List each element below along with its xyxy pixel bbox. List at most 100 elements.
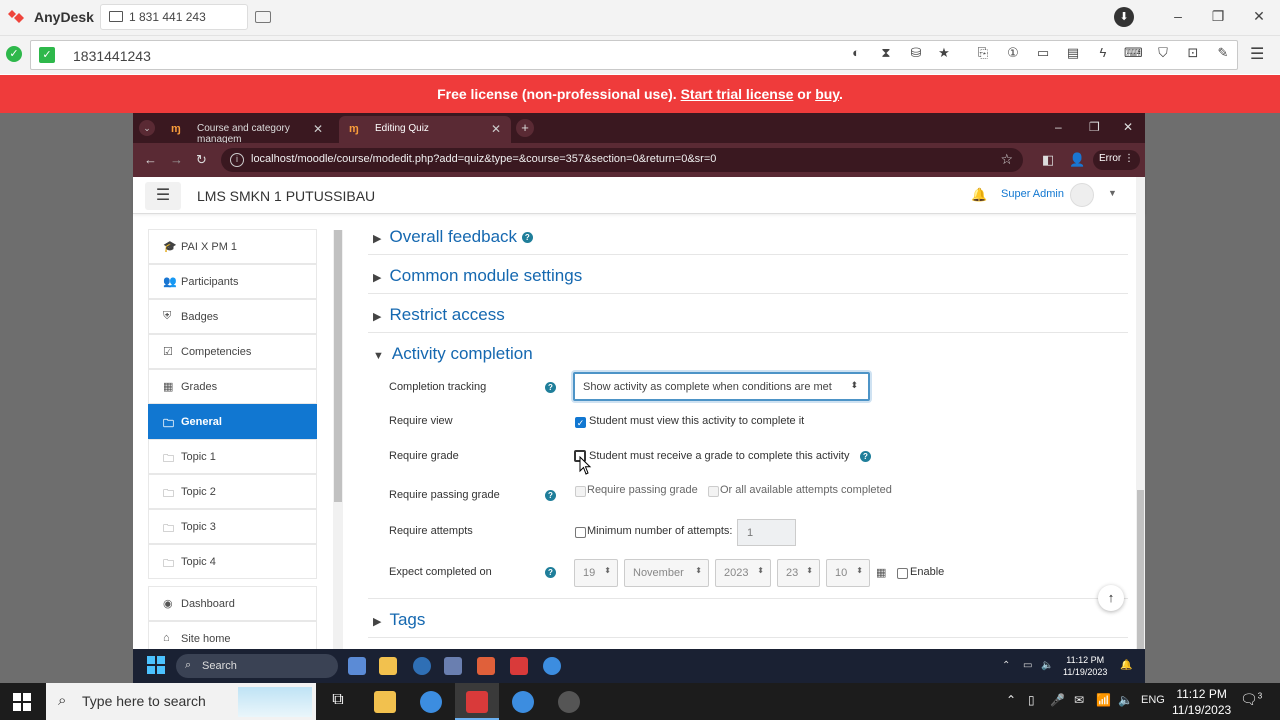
month-select[interactable]: November ⬍ bbox=[624, 559, 709, 587]
file-transfer-icon[interactable]: ⎘ bbox=[974, 44, 992, 62]
session-tab[interactable]: 1 831 441 243 bbox=[100, 4, 248, 30]
back-to-top-button[interactable]: ↑ bbox=[1098, 585, 1124, 611]
help-icon[interactable]: ? bbox=[545, 490, 556, 501]
xampp-icon[interactable] bbox=[477, 657, 495, 675]
chat-icon[interactable]: ▤ bbox=[1064, 44, 1082, 62]
notification-center-icon[interactable]: 🗨3 bbox=[1240, 691, 1262, 708]
sidebar-item-participants[interactable]: 👥 Participants bbox=[148, 264, 317, 299]
enable-date-checkbox[interactable] bbox=[897, 568, 908, 579]
all-attempts-checkbox[interactable] bbox=[708, 486, 719, 497]
anydesk-app-icon[interactable] bbox=[466, 691, 488, 713]
chrome-icon[interactable] bbox=[420, 691, 442, 713]
display-icon[interactable]: ▭ bbox=[1034, 44, 1052, 62]
sidebar-item-topic-2[interactable]: 🗀 Topic 2 bbox=[148, 474, 317, 509]
sidebar-item-general[interactable]: 🗀 General bbox=[148, 404, 317, 439]
menu-icon[interactable]: ☰ bbox=[1250, 44, 1264, 64]
sidebar-item-competencies[interactable]: ☑ Competencies bbox=[148, 334, 317, 369]
start-trial-link[interactable]: Start trial license bbox=[681, 86, 794, 102]
keyboard-icon[interactable]: ⌨ bbox=[1124, 44, 1143, 62]
section-restrict-access[interactable]: ▶ Restrict access bbox=[373, 305, 505, 325]
task-view-icon[interactable]: ⧉ bbox=[327, 691, 349, 713]
app-globe-icon[interactable] bbox=[413, 657, 431, 675]
language-indicator[interactable]: ENG bbox=[1141, 694, 1165, 706]
help-icon[interactable]: ? bbox=[521, 232, 533, 244]
year-select[interactable]: 2023 ⬍ bbox=[715, 559, 771, 587]
site-info-icon[interactable]: i bbox=[230, 153, 244, 167]
bookmark-star-icon[interactable]: ☆ bbox=[1000, 151, 1013, 168]
sidebar-item-grades[interactable]: ▦ Grades bbox=[148, 369, 317, 404]
tray-mic-icon[interactable]: 🎤 bbox=[1050, 693, 1065, 707]
section-common-module-settings[interactable]: ▶ Common module settings bbox=[373, 266, 582, 286]
remote-notification-icon[interactable]: 🔔 bbox=[1120, 660, 1132, 671]
restore-icon[interactable]: ❐ bbox=[1208, 8, 1228, 25]
pen-icon[interactable]: ✎ bbox=[1214, 44, 1232, 62]
chrome-icon[interactable] bbox=[543, 657, 561, 675]
obs-icon[interactable] bbox=[558, 691, 580, 713]
drawer-scrollbar[interactable] bbox=[333, 230, 343, 683]
display-one-icon[interactable]: ① bbox=[1004, 44, 1022, 62]
help-icon[interactable]: ? bbox=[545, 382, 556, 393]
tray-network-icon[interactable]: ▭ bbox=[1023, 660, 1032, 671]
permissions-icon[interactable]: ⛉ bbox=[1154, 44, 1172, 62]
min-attempts-input[interactable]: 1 bbox=[737, 519, 796, 546]
action-icon[interactable]: ϟ bbox=[1094, 44, 1112, 62]
buy-link[interactable]: buy bbox=[815, 86, 839, 102]
section-tags[interactable]: ▶ Tags bbox=[373, 610, 425, 630]
sidebar-item-topic-4[interactable]: 🗀 Topic 4 bbox=[148, 544, 317, 579]
app-widgets-icon[interactable] bbox=[348, 657, 366, 675]
site-name[interactable]: LMS SMKN 1 PUTUSSIBAU bbox=[197, 188, 375, 204]
help-icon[interactable]: ? bbox=[860, 451, 871, 462]
browser-close-icon[interactable]: ✕ bbox=[1123, 120, 1133, 134]
min-attempts-checkbox[interactable] bbox=[575, 527, 586, 538]
sidebar-item-pai-x-pm-1[interactable]: 🎓 PAI X PM 1 bbox=[148, 229, 317, 264]
tray-chevron-icon[interactable]: ⌃ bbox=[1002, 660, 1010, 671]
day-select[interactable]: 19 ⬍ bbox=[574, 559, 618, 587]
tray-volume-icon[interactable]: 🔈 bbox=[1041, 660, 1053, 671]
app-network-icon[interactable] bbox=[444, 657, 462, 675]
record-icon[interactable]: ⊡ bbox=[1184, 44, 1202, 62]
chrome-profile-icon[interactable] bbox=[512, 691, 534, 713]
new-session-icon[interactable] bbox=[255, 11, 271, 23]
host-clock[interactable]: 11:12 PM 11/19/2023 bbox=[1172, 686, 1231, 718]
tray-mail-icon[interactable]: ✉ bbox=[1074, 693, 1084, 707]
profile-icon[interactable]: 👤 bbox=[1069, 152, 1085, 168]
new-tab-icon[interactable]: + bbox=[516, 119, 534, 137]
drawer-toggle-button[interactable]: ☰ bbox=[145, 182, 181, 210]
reload-icon[interactable]: ↻ bbox=[196, 152, 207, 168]
download-icon[interactable]: ⬇ bbox=[1114, 7, 1134, 27]
minute-select[interactable]: 10 ⬍ bbox=[826, 559, 870, 587]
database-icon[interactable]: ⛁ bbox=[907, 44, 925, 62]
browser-error-button[interactable]: Error ⋮ bbox=[1093, 150, 1141, 170]
sidebar-item-topic-1[interactable]: 🗀 Topic 1 bbox=[148, 439, 317, 474]
remote-clock[interactable]: 11:12 PM 11/19/2023 bbox=[1063, 654, 1107, 678]
section-overall-feedback[interactable]: ▶ Overall feedback ? bbox=[373, 227, 533, 247]
tab-search-icon[interactable]: ⌄ bbox=[139, 120, 155, 136]
chevron-down-icon[interactable]: ▼ bbox=[1108, 188, 1117, 198]
anydesk-app-icon[interactable] bbox=[510, 657, 528, 675]
drawer-scroll-thumb[interactable] bbox=[334, 230, 342, 502]
completion-tracking-select[interactable]: Show activity as complete when condition… bbox=[573, 372, 870, 401]
file-explorer-icon[interactable] bbox=[374, 691, 396, 713]
remote-search-box[interactable]: ⌕ Search bbox=[176, 654, 338, 678]
user-menu-name[interactable]: Super Admin bbox=[1001, 188, 1064, 200]
tab-close-icon[interactable]: ✕ bbox=[491, 122, 501, 136]
page-scrollbar[interactable] bbox=[1136, 177, 1145, 683]
url-bar[interactable]: i localhost/moodle/course/modedit.php?ad… bbox=[221, 148, 1023, 172]
browser-restore-icon[interactable]: ❐ bbox=[1089, 120, 1100, 134]
windows-start-icon[interactable] bbox=[13, 693, 31, 711]
avatar[interactable] bbox=[1070, 183, 1094, 207]
tray-chevron-icon[interactable]: ⌃ bbox=[1006, 693, 1016, 707]
tray-volume-icon[interactable]: 🔈 bbox=[1118, 693, 1133, 707]
hour-select[interactable]: 23 ⬍ bbox=[777, 559, 820, 587]
hourglass-icon[interactable]: ⧗ bbox=[877, 44, 895, 62]
section-activity-completion[interactable]: ▼ Activity completion bbox=[373, 344, 533, 364]
privacy-icon[interactable]: ◐ bbox=[847, 44, 865, 62]
help-icon[interactable]: ? bbox=[545, 567, 556, 578]
minimize-icon[interactable]: – bbox=[1168, 8, 1188, 24]
back-icon[interactable]: ← bbox=[144, 152, 157, 167]
page-scroll-thumb[interactable] bbox=[1137, 490, 1144, 650]
star-icon[interactable]: ★ bbox=[935, 44, 953, 62]
sidebar-item-badges[interactable]: ⛨ Badges bbox=[148, 299, 317, 334]
require-passing-grade-checkbox[interactable] bbox=[575, 486, 586, 497]
tab-editing-quiz[interactable]: ɱ Editing Quiz ✕ bbox=[339, 116, 511, 143]
